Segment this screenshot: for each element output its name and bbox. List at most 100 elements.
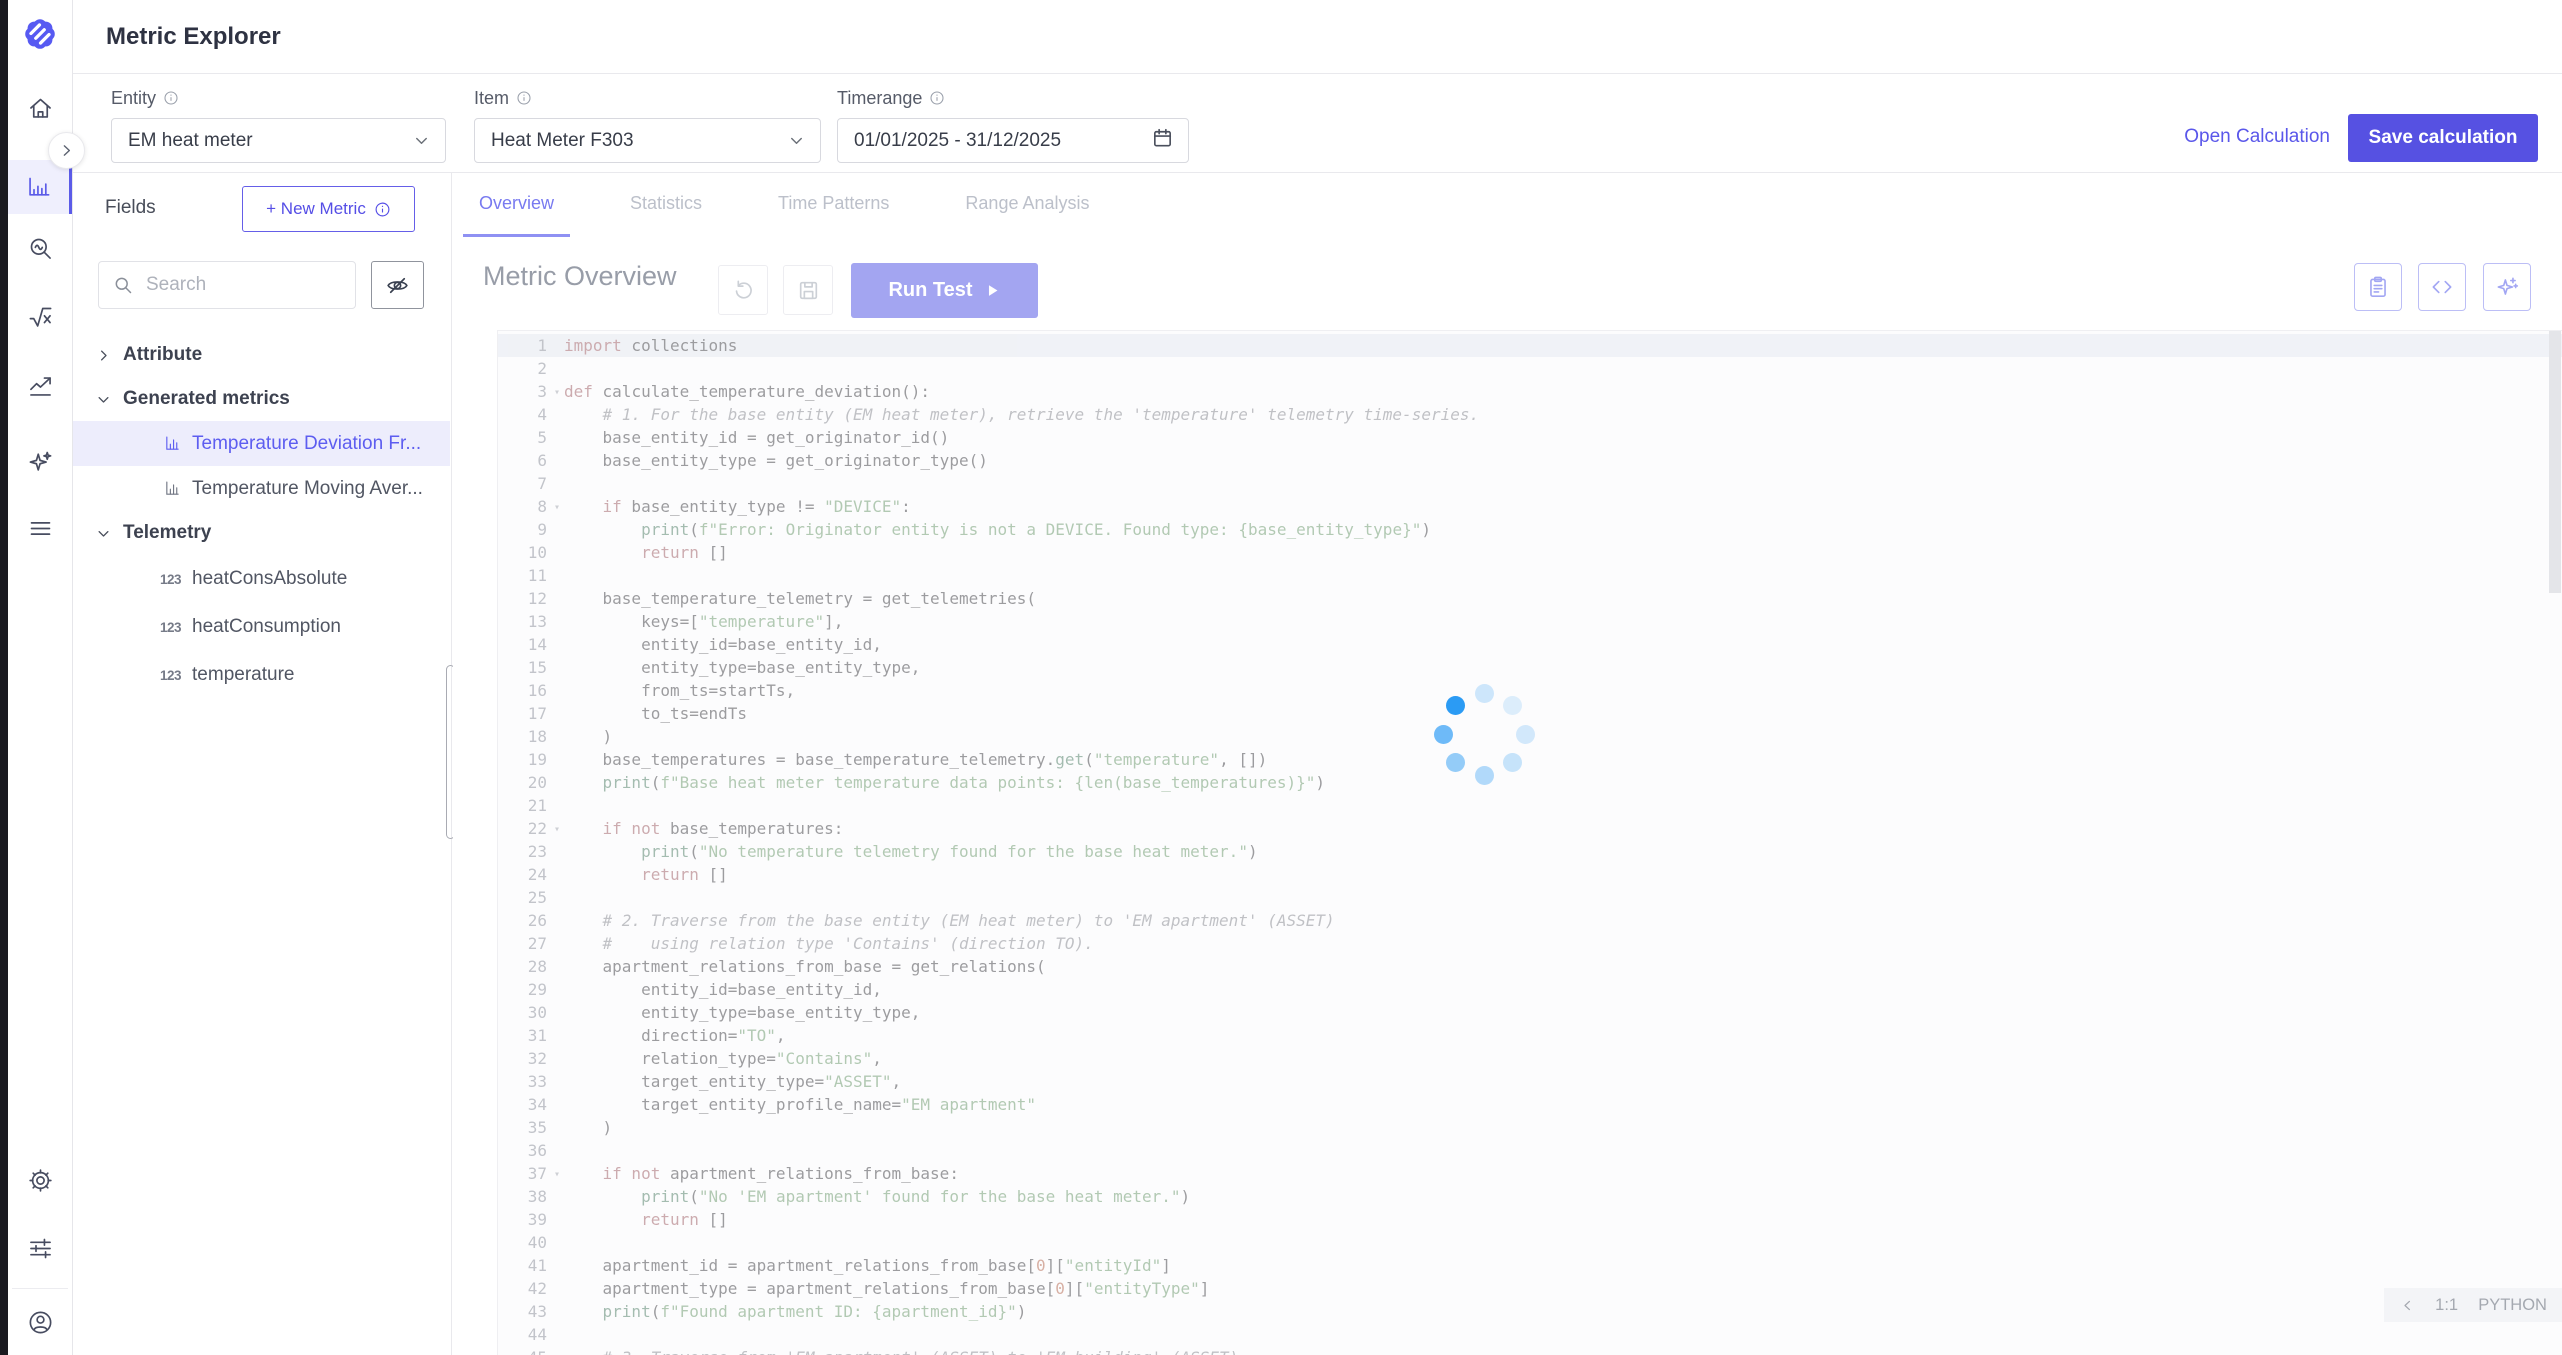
- item-select[interactable]: Heat Meter F303: [474, 118, 821, 163]
- tab-range-analysis[interactable]: Range Analysis: [949, 173, 1105, 237]
- loading-spinner: [1424, 674, 1544, 794]
- code-line: 31 direction="TO",: [498, 1024, 2562, 1047]
- line-number: 30: [498, 1001, 564, 1024]
- nav-home[interactable]: [8, 86, 72, 130]
- code-editor[interactable]: 1import collections23▾def calculate_temp…: [497, 330, 2562, 1355]
- hide-fields-toggle[interactable]: [371, 261, 424, 309]
- run-test-button[interactable]: Run Test: [851, 263, 1038, 318]
- code-view-button[interactable]: [2418, 263, 2466, 311]
- line-number: 16: [498, 679, 564, 702]
- timerange-control: Timerange 01/01/2025 - 31/12/2025: [837, 86, 1189, 163]
- entity-label: Entity: [111, 86, 446, 110]
- code-line: 14 entity_id=base_entity_id,: [498, 633, 2562, 656]
- code-text: print(f"Base heat meter temperature data…: [564, 771, 1325, 794]
- nav-profile[interactable]: [8, 1300, 72, 1344]
- field-item-temperature[interactable]: 123 temperature: [72, 651, 450, 699]
- line-number: 28: [498, 955, 564, 978]
- line-number: 7: [498, 472, 564, 495]
- code-text: entity_id=base_entity_id,: [564, 633, 882, 656]
- tab-statistics[interactable]: Statistics: [614, 173, 718, 237]
- editor-scrollbar-thumb[interactable]: [2549, 331, 2561, 593]
- code-line: 42 apartment_type = apartment_relations_…: [498, 1277, 2562, 1300]
- nav-menu[interactable]: [8, 506, 72, 550]
- code-line: 37▾ if not apartment_relations_from_base…: [498, 1162, 2562, 1185]
- line-number: 1: [498, 334, 564, 357]
- fold-arrow-icon[interactable]: ▾: [554, 818, 560, 841]
- fields-search: [98, 261, 356, 309]
- field-item-heatconsabsolute[interactable]: 123 heatConsAbsolute: [72, 555, 450, 603]
- save-metric-button[interactable]: [783, 265, 833, 315]
- fold-arrow-icon[interactable]: ▾: [554, 1163, 560, 1186]
- search-icon: [113, 275, 134, 296]
- code-text: print(f"Error: Originator entity is not …: [564, 518, 1431, 541]
- code-line: 26 # 2. Traverse from the base entity (E…: [498, 909, 2562, 932]
- code-text: print(f"Found apartment ID: {apartment_i…: [564, 1300, 1026, 1323]
- timerange-label: Timerange: [837, 86, 1189, 110]
- nav-formulas[interactable]: [8, 295, 72, 339]
- section-telemetry[interactable]: Telemetry: [72, 511, 450, 555]
- code-text: relation_type="Contains",: [564, 1047, 882, 1070]
- code-line: 30 entity_type=base_entity_type,: [498, 1001, 2562, 1024]
- metric-overview-title: Metric Overview: [483, 261, 677, 292]
- line-number: 9: [498, 518, 564, 541]
- search-input[interactable]: [144, 273, 343, 297]
- code-text: entity_type=base_entity_type,: [564, 656, 920, 679]
- open-calculation-link[interactable]: Open Calculation: [2184, 126, 2330, 148]
- section-generated-metrics[interactable]: Generated metrics: [72, 377, 450, 421]
- entity-control: Entity EM heat meter: [111, 86, 446, 163]
- app-logo: [8, 10, 72, 58]
- line-number: 2: [498, 357, 564, 380]
- code-text: # 1. For the base entity (EM heat meter)…: [564, 403, 1479, 426]
- expand-rail-button[interactable]: [48, 132, 85, 169]
- field-item-temperature-deviation[interactable]: Temperature Deviation Fr...: [72, 421, 450, 466]
- nav-analyze[interactable]: [8, 226, 72, 270]
- new-metric-button[interactable]: + New Metric: [242, 186, 415, 232]
- line-number: 40: [498, 1231, 564, 1254]
- code-text: return []: [564, 1208, 728, 1231]
- nav-preferences[interactable]: [8, 1226, 72, 1270]
- code-text: direction="TO",: [564, 1024, 786, 1047]
- timerange-picker[interactable]: 01/01/2025 - 31/12/2025: [837, 118, 1189, 163]
- line-number: 10: [498, 541, 564, 564]
- line-number: 27: [498, 932, 564, 955]
- clipboard-icon: [2365, 274, 2391, 300]
- code-line: 21: [498, 794, 2562, 817]
- entity-select[interactable]: EM heat meter: [111, 118, 446, 163]
- code-text: # 2. Traverse from the base entity (EM h…: [564, 909, 1335, 932]
- code-text: apartment_id = apartment_relations_from_…: [564, 1254, 1171, 1277]
- refresh-button[interactable]: [718, 265, 768, 315]
- chevron-right-icon: [58, 142, 75, 159]
- tab-time-patterns[interactable]: Time Patterns: [762, 173, 905, 237]
- language-selector[interactable]: PYTHON: [2478, 1296, 2547, 1315]
- fold-arrow-icon[interactable]: ▾: [554, 496, 560, 519]
- code-text: if not base_temperatures:: [564, 817, 843, 840]
- chevron-left-icon[interactable]: [2400, 1298, 2415, 1313]
- tab-overview[interactable]: Overview: [463, 173, 570, 237]
- section-attribute[interactable]: Attribute: [72, 333, 450, 377]
- chevron-right-icon: [96, 348, 111, 363]
- left-nav-rail: [8, 0, 73, 1355]
- nav-trends[interactable]: [8, 364, 72, 408]
- line-number: 21: [498, 794, 564, 817]
- nav-settings[interactable]: [8, 1158, 72, 1202]
- code-line: 38 print("No 'EM apartment' found for th…: [498, 1185, 2562, 1208]
- copy-code-button[interactable]: [2354, 263, 2402, 311]
- code-line: 1import collections: [498, 334, 2562, 357]
- code-text: entity_type=base_entity_type,: [564, 1001, 920, 1024]
- code-text: base_entity_id = get_originator_id(): [564, 426, 949, 449]
- field-item-temperature-moving-average[interactable]: Temperature Moving Aver...: [72, 466, 450, 511]
- fold-arrow-icon[interactable]: ▾: [554, 381, 560, 404]
- spinner-dot: [1516, 725, 1535, 744]
- code-line: 3▾def calculate_temperature_deviation():: [498, 380, 2562, 403]
- spinner-dot: [1434, 725, 1453, 744]
- editor-scrollbar[interactable]: [2549, 331, 2561, 1355]
- line-number: 31: [498, 1024, 564, 1047]
- save-calculation-button[interactable]: Save calculation: [2348, 114, 2538, 162]
- code-text: entity_id=base_entity_id,: [564, 978, 882, 1001]
- code-line: 7: [498, 472, 2562, 495]
- field-item-heatconsumption[interactable]: 123 heatConsumption: [72, 603, 450, 651]
- code-text: if base_entity_type != "DEVICE":: [564, 495, 911, 518]
- nav-ai-assist[interactable]: [8, 439, 72, 483]
- page-title: Metric Explorer: [106, 23, 281, 51]
- ai-generate-button[interactable]: [2483, 263, 2531, 311]
